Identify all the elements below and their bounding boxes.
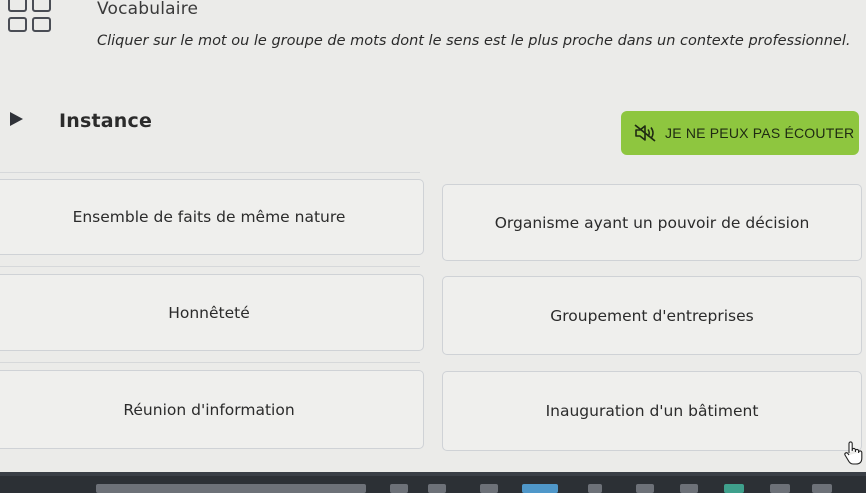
play-icon[interactable] — [8, 111, 24, 127]
choice-label: Groupement d'entreprises — [550, 306, 754, 325]
choice-option[interactable]: Honnêteté — [0, 274, 424, 351]
taskbar-item[interactable] — [636, 484, 654, 493]
question-word: Instance — [59, 110, 153, 132]
instruction-text: Cliquer sur le mot ou le groupe de mots … — [97, 33, 851, 49]
choice-option[interactable]: Ensemble de faits de même nature — [0, 179, 424, 255]
taskbar-item[interactable] — [680, 484, 698, 493]
choice-label: Inauguration d'un bâtiment — [545, 402, 759, 420]
choice-label: Organisme ayant un pouvoir de décision — [494, 213, 810, 232]
choice-option[interactable]: Réunion d'information — [0, 370, 424, 449]
taskbar-item[interactable] — [770, 484, 790, 493]
grid-icon — [2, 0, 52, 38]
choice-option[interactable]: Groupement d'entreprises — [442, 276, 862, 355]
taskbar-item[interactable] — [428, 484, 446, 493]
taskbar-item[interactable] — [588, 484, 602, 493]
taskbar-item[interactable] — [390, 484, 408, 493]
choice-option[interactable]: Organisme ayant un pouvoir de décision — [442, 184, 862, 261]
choice-label: Honnêteté — [168, 303, 250, 322]
choice-option[interactable]: Inauguration d'un bâtiment — [442, 371, 862, 451]
hand-cursor-icon — [842, 440, 864, 466]
taskbar-item[interactable] — [522, 484, 558, 493]
taskbar-item[interactable] — [480, 484, 498, 493]
taskbar-stripe — [0, 472, 866, 476]
taskbar-item[interactable] — [724, 484, 744, 493]
choice-label: Réunion d'information — [123, 400, 295, 419]
taskbar-item[interactable] — [96, 484, 366, 493]
taskbar — [0, 472, 866, 493]
taskbar-item[interactable] — [812, 484, 832, 493]
choice-label: Ensemble de faits de même nature — [72, 208, 346, 226]
cannot-listen-button[interactable]: JE NE PEUX PAS ÉCOUTER — [621, 111, 859, 155]
speaker-muted-icon — [634, 124, 656, 142]
app-title: Vocabulaire — [97, 0, 199, 19]
cannot-listen-label: JE NE PEUX PAS ÉCOUTER — [665, 125, 855, 141]
